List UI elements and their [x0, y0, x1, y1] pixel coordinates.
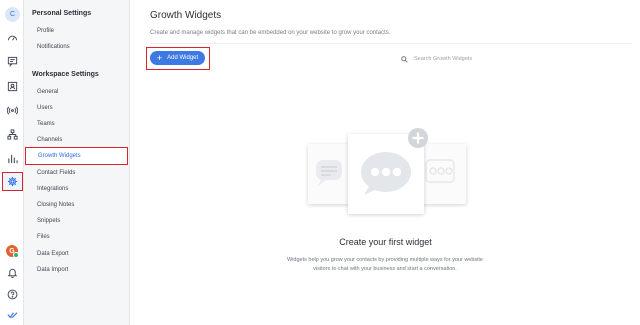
sidebar-item-snippets[interactable]: Snippets — [37, 216, 60, 227]
reports-icon[interactable] — [5, 151, 20, 166]
search-icon — [401, 55, 408, 63]
sidebar-item-closing-notes[interactable]: Closing Notes — [37, 200, 74, 211]
workspace-avatar[interactable]: C — [5, 7, 20, 22]
settings-icon[interactable] — [2, 172, 23, 191]
page-subtitle: Create and manage widgets that can be em… — [150, 30, 391, 36]
user-avatar[interactable]: G — [6, 245, 19, 258]
header-divider — [150, 43, 632, 44]
sidebar-item-data-import[interactable]: Data Import — [37, 265, 68, 276]
empty-state-description: Widgets help you grow your contacts by p… — [287, 257, 483, 272]
broadcast-icon[interactable] — [5, 103, 20, 118]
sidebar-item-users[interactable]: Users — [37, 103, 53, 114]
empty-state-illustration — [306, 128, 466, 220]
workspace-settings-heading: Workspace Settings — [32, 71, 99, 78]
main-content: Growth Widgets Create and manage widgets… — [131, 0, 640, 325]
sidebar-item-files[interactable]: Files — [37, 232, 50, 243]
plus-circle-icon — [408, 128, 428, 148]
contacts-icon[interactable] — [5, 79, 20, 94]
notifications-icon[interactable] — [5, 265, 20, 280]
add-widget-highlight: + Add Widget — [146, 47, 210, 70]
chat-bubble-icon — [425, 159, 455, 183]
conversations-icon[interactable] — [5, 54, 20, 69]
sidebar-item-teams[interactable]: Teams — [37, 119, 55, 130]
sidebar-item-profile[interactable]: Profile — [37, 26, 54, 37]
sidebar-item-general[interactable]: General — [37, 87, 58, 98]
sidebar-item-growth-widgets[interactable]: Growth Widgets — [25, 147, 128, 165]
settings-sidebar: Personal Settings Profile Notifications … — [24, 0, 130, 325]
search-box[interactable] — [401, 53, 511, 65]
dashboard-icon[interactable] — [5, 30, 20, 45]
add-widget-label: Add Widget — [167, 55, 199, 61]
workflows-icon[interactable] — [5, 127, 20, 142]
page-title: Growth Widgets — [150, 10, 222, 21]
chat-bubble-icon — [316, 160, 342, 186]
logo-icon — [5, 308, 20, 323]
search-input[interactable] — [414, 56, 504, 62]
sidebar-item-data-export[interactable]: Data Export — [37, 249, 69, 260]
empty-state-title: Create your first widget — [339, 237, 432, 247]
add-widget-button[interactable]: + Add Widget — [150, 51, 205, 65]
personal-settings-heading: Personal Settings — [32, 10, 92, 17]
sidebar-item-channels[interactable]: Channels — [37, 135, 62, 146]
right-card — [422, 144, 466, 204]
sidebar-item-integrations[interactable]: Integrations — [37, 184, 68, 195]
plus-icon: + — [156, 52, 163, 63]
sidebar-item-contact-fields[interactable]: Contact Fields — [37, 168, 75, 179]
sidebar-item-notifications[interactable]: Notifications — [37, 42, 70, 53]
icon-rail: C G — [0, 0, 24, 325]
left-card — [308, 144, 350, 204]
help-icon[interactable] — [5, 287, 20, 302]
